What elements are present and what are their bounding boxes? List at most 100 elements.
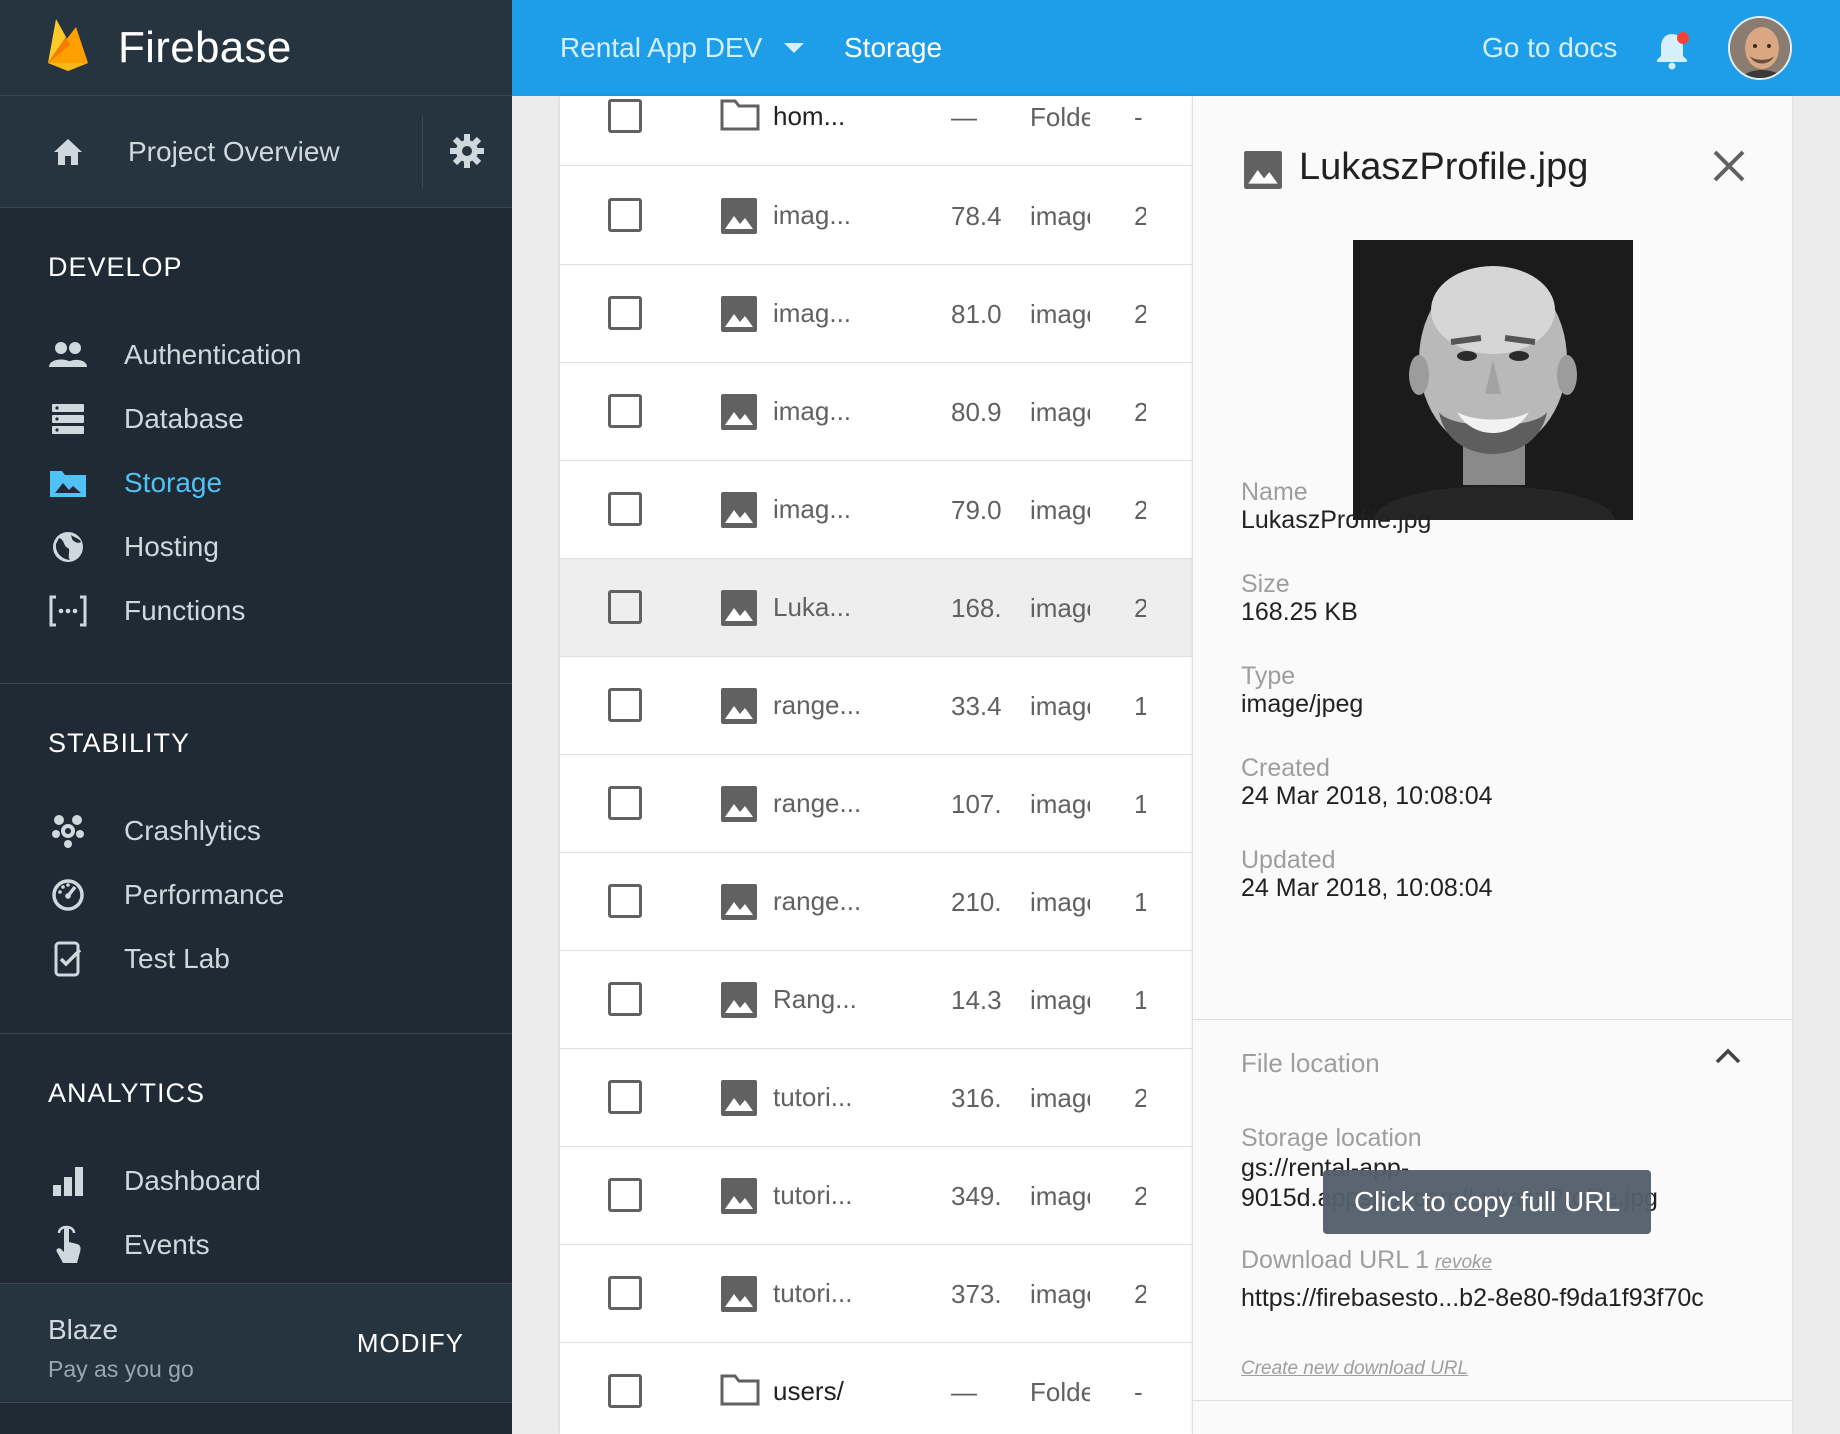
file-type: image xyxy=(1030,593,1090,623)
row-checkbox[interactable] xyxy=(608,394,642,428)
row-checkbox[interactable] xyxy=(608,1276,642,1310)
folder-icon xyxy=(720,98,760,137)
file-updated: 1 xyxy=(1134,985,1146,1015)
revoke-link[interactable]: revoke xyxy=(1435,1252,1492,1273)
file-name: range... xyxy=(773,788,862,818)
file-row[interactable]: users/ — Folder - xyxy=(560,1343,1192,1434)
file-updated: 1 xyxy=(1134,691,1146,721)
sidebar-item-dashboard[interactable]: Dashboard xyxy=(0,1149,512,1213)
sidebar-item-label: Events xyxy=(124,1229,210,1260)
chevron-down-icon xyxy=(784,43,805,53)
updated-value: 24 Mar 2018, 10:08:04 xyxy=(1241,874,1493,902)
image-file-icon xyxy=(720,687,758,730)
file-updated: - xyxy=(1134,1377,1143,1407)
sidebar-item-crashlytics[interactable]: Crashlytics xyxy=(0,799,512,863)
project-overview-link[interactable]: Project Overview xyxy=(0,132,340,172)
row-checkbox[interactable] xyxy=(608,296,642,330)
detail-title: LukaszProfile.jpg xyxy=(1299,146,1589,188)
file-row[interactable]: imag... 79.0 image 2 xyxy=(560,461,1192,559)
image-file-icon xyxy=(1243,150,1283,195)
file-row[interactable]: hom... — Folder - xyxy=(560,96,1192,166)
sidebar-item-events[interactable]: Events xyxy=(0,1213,512,1277)
file-type: image xyxy=(1030,887,1090,917)
sidebar-item-hosting[interactable]: Hosting xyxy=(0,515,512,579)
divider xyxy=(1193,1400,1793,1401)
project-selector[interactable]: Rental App DEV xyxy=(560,32,805,64)
file-row[interactable]: tutori... 316. image 2 xyxy=(560,1049,1192,1147)
row-checkbox[interactable] xyxy=(608,99,642,133)
updated-label: Updated xyxy=(1241,846,1336,874)
sidebar-item-label: Hosting xyxy=(124,531,219,562)
file-name: Luka... xyxy=(773,592,852,622)
row-checkbox[interactable] xyxy=(608,1374,642,1408)
image-preview xyxy=(1353,240,1633,520)
file-row[interactable]: range... 107. image 1 xyxy=(560,755,1192,853)
file-type: image xyxy=(1030,985,1090,1015)
firebase-logo-icon xyxy=(46,17,90,78)
file-row[interactable]: imag... 80.9 image 2 xyxy=(560,363,1192,461)
row-checkbox[interactable] xyxy=(608,1080,642,1114)
modify-plan-button[interactable]: MODIFY xyxy=(357,1328,464,1359)
row-checkbox[interactable] xyxy=(608,786,642,820)
file-updated: 2 xyxy=(1134,397,1146,427)
row-checkbox[interactable] xyxy=(608,884,642,918)
file-updated: 2 xyxy=(1134,495,1146,525)
file-updated: 2 xyxy=(1134,1083,1146,1113)
sidebar-item-label: Storage xyxy=(124,467,223,498)
gear-icon[interactable] xyxy=(448,132,486,175)
file-name: imag... xyxy=(773,200,852,230)
notifications-bell-icon[interactable] xyxy=(1652,28,1694,75)
project-name: Rental App DEV xyxy=(560,32,763,63)
sidebar-item-label: Functions xyxy=(124,595,246,626)
create-download-url-link[interactable]: Create new download URL xyxy=(1241,1358,1468,1380)
sidebar-item-label: Dashboard xyxy=(124,1165,261,1196)
file-name: Rang... xyxy=(773,984,857,1014)
row-checkbox[interactable] xyxy=(608,492,642,526)
file-row[interactable]: range... 210. image 1 xyxy=(560,853,1192,951)
file-row[interactable]: tutori... 373. image 2 xyxy=(560,1245,1192,1343)
go-to-docs-link[interactable]: Go to docs xyxy=(1482,32,1617,64)
file-type: Folder xyxy=(1030,1377,1090,1407)
size-label: Size xyxy=(1241,570,1290,598)
avatar[interactable] xyxy=(1728,16,1792,80)
file-size: 79.0 xyxy=(951,495,1002,525)
file-row-selected[interactable]: Luka... 168. image 2 xyxy=(560,559,1192,657)
sidebar-item-functions[interactable]: Functions xyxy=(0,579,512,643)
file-name: users/ xyxy=(773,1376,844,1406)
divider xyxy=(1193,1019,1793,1020)
file-name: imag... xyxy=(773,396,852,426)
created-value: 24 Mar 2018, 10:08:04 xyxy=(1241,782,1493,810)
close-icon[interactable] xyxy=(1711,148,1747,189)
row-checkbox[interactable] xyxy=(608,1178,642,1212)
file-location-header[interactable]: File location xyxy=(1241,1048,1380,1079)
file-type: image xyxy=(1030,201,1090,231)
file-type: image xyxy=(1030,299,1090,329)
file-row[interactable]: imag... 81.0 image 2 xyxy=(560,265,1192,363)
sidebar-item-performance[interactable]: Performance xyxy=(0,863,512,927)
sidebar-item-storage[interactable]: Storage xyxy=(0,451,512,515)
sidebar-item-database[interactable]: Database xyxy=(0,387,512,451)
sidebar-item-test-lab[interactable]: Test Lab xyxy=(0,927,512,991)
file-row[interactable]: tutori... 349. image 2 xyxy=(560,1147,1192,1245)
file-size: 210. xyxy=(951,887,1002,917)
download-url-label-row: Download URL 1 revoke xyxy=(1241,1246,1492,1275)
image-file-icon xyxy=(720,589,758,632)
file-size: 373. xyxy=(951,1279,1002,1309)
row-checkbox[interactable] xyxy=(608,688,642,722)
sidebar-item-label: Crashlytics xyxy=(124,815,261,846)
file-name: range... xyxy=(773,886,862,916)
file-row[interactable]: range... 33.4 image 1 xyxy=(560,657,1192,755)
row-checkbox[interactable] xyxy=(608,198,642,232)
file-size: 349. xyxy=(951,1181,1002,1211)
sidebar: Firebase Project Overview DEVELOP Authen… xyxy=(0,0,512,1434)
download-url-value[interactable]: https://firebasesto...b2-8e80-f9da1f93f7… xyxy=(1241,1284,1704,1313)
row-checkbox[interactable] xyxy=(608,982,642,1016)
file-type: Folder xyxy=(1030,102,1090,132)
speedometer-icon xyxy=(48,875,88,915)
file-row[interactable]: Rang... 14.3 image 1 xyxy=(560,951,1192,1049)
file-row[interactable]: imag... 78.4 image 2 xyxy=(560,167,1192,265)
file-name: imag... xyxy=(773,494,852,524)
chevron-up-icon[interactable] xyxy=(1713,1044,1743,1073)
row-checkbox[interactable] xyxy=(608,590,642,624)
sidebar-item-authentication[interactable]: Authentication xyxy=(0,323,512,387)
